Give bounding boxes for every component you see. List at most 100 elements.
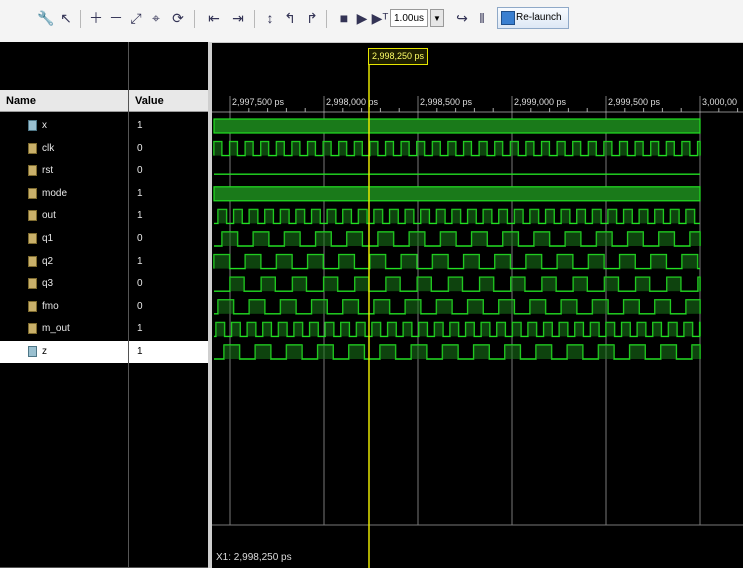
signal-high-fill bbox=[561, 209, 570, 224]
pause-icon[interactable]: ‖ bbox=[472, 8, 492, 28]
signal-high-fill bbox=[592, 209, 601, 224]
signal-value: 0 bbox=[137, 278, 143, 290]
signal-high-fill bbox=[541, 141, 550, 156]
signal-icon bbox=[28, 210, 37, 222]
signal-high-fill bbox=[565, 232, 581, 246]
signal-row[interactable]: rst bbox=[0, 160, 128, 182]
run-time-input[interactable]: 1.00us bbox=[390, 9, 428, 27]
tick-label: 2,999,000 ps bbox=[514, 97, 567, 107]
chevron-down-icon[interactable]: ▼ bbox=[430, 9, 444, 27]
signal-value: 0 bbox=[137, 233, 143, 244]
cursor-time-label[interactable]: 2,998,250 ps bbox=[368, 48, 429, 65]
signal-row[interactable]: q1 bbox=[0, 228, 128, 250]
signal-high-fill bbox=[325, 322, 334, 337]
zoom-out-icon[interactable]: － bbox=[106, 8, 126, 28]
signal-high-fill bbox=[416, 141, 425, 156]
signal-value-row[interactable]: 1 bbox=[129, 341, 209, 363]
signal-high-fill bbox=[666, 277, 681, 292]
signal-high-fill bbox=[284, 232, 300, 246]
signal-high-fill bbox=[623, 209, 633, 224]
signal-name: m_out bbox=[42, 323, 70, 335]
signal-high-fill bbox=[668, 322, 677, 337]
signal-high-fill bbox=[650, 141, 659, 156]
signal-row[interactable]: out bbox=[0, 205, 128, 227]
signal-row[interactable]: q3 bbox=[0, 273, 128, 295]
signal-high-fill bbox=[378, 232, 394, 246]
signal-high-fill bbox=[233, 209, 243, 224]
signal-high-fill bbox=[389, 209, 399, 224]
signal-high-fill bbox=[596, 232, 612, 246]
signal-high-fill bbox=[403, 322, 412, 337]
signal-value-row[interactable]: 0 bbox=[129, 273, 209, 295]
value-column-header[interactable]: Value bbox=[129, 90, 209, 112]
name-column-header[interactable]: Name bbox=[0, 90, 128, 112]
signal-high-fill bbox=[370, 254, 386, 269]
signal-high-fill bbox=[249, 209, 258, 224]
signal-value-row[interactable]: 1 bbox=[129, 251, 209, 273]
signal-icon bbox=[28, 300, 37, 312]
restart-icon[interactable]: ■ bbox=[334, 8, 354, 28]
signal-icon bbox=[28, 187, 37, 199]
signal-high-fill bbox=[530, 209, 539, 224]
signal-high-fill bbox=[654, 299, 671, 314]
signal-high-fill bbox=[411, 345, 427, 359]
signal-row[interactable]: m_out bbox=[0, 318, 128, 340]
signal-icon bbox=[28, 278, 37, 290]
signal-high-fill bbox=[401, 254, 417, 269]
cursor-readout: X1: 2,998,250 ps bbox=[216, 552, 292, 563]
signal-high-fill bbox=[374, 209, 383, 224]
signal-row[interactable]: x bbox=[0, 115, 128, 137]
go-to-end-icon[interactable]: ⇥ bbox=[228, 8, 248, 28]
previous-transition-icon[interactable]: ↰ bbox=[280, 8, 300, 28]
signal-high-fill bbox=[249, 299, 265, 314]
signal-high-fill bbox=[530, 299, 546, 314]
signal-row[interactable]: clk bbox=[0, 138, 128, 160]
signal-icon bbox=[28, 165, 37, 177]
signal-name: mode bbox=[42, 187, 68, 199]
zoom-in-icon[interactable]: ＋ bbox=[86, 8, 106, 28]
go-to-start-icon[interactable]: ⇤ bbox=[204, 8, 224, 28]
signal-high-fill bbox=[372, 322, 381, 337]
signal-high-fill bbox=[629, 345, 646, 359]
waveform-canvas[interactable]: 2,997,500 ps 2,998,000 ps 2,998,500 ps 2,99… bbox=[212, 42, 743, 568]
signal-high-fill bbox=[697, 141, 700, 156]
zoom-fit-icon[interactable]: ⤢ bbox=[126, 8, 146, 28]
signal-high-fill bbox=[619, 254, 636, 269]
signal-value-row[interactable]: 1 bbox=[129, 115, 209, 137]
bus-waveform bbox=[213, 118, 701, 134]
zoom-to-cursor-icon[interactable]: ⌖ bbox=[146, 8, 166, 28]
signal-high-fill bbox=[417, 277, 432, 292]
run-for-time-icon[interactable]: ▶ᵀ bbox=[370, 8, 390, 28]
relaunch-button[interactable]: Re-launch bbox=[497, 7, 569, 29]
signal-high-fill bbox=[370, 141, 378, 156]
signal-high-fill bbox=[652, 322, 662, 337]
signal-high-fill bbox=[479, 277, 494, 292]
signal-high-fill bbox=[311, 299, 328, 314]
refresh-icon[interactable]: ⟳ bbox=[168, 8, 188, 28]
signal-value-row[interactable]: 0 bbox=[129, 296, 209, 318]
signal-name: fmo bbox=[42, 300, 59, 312]
signal-row[interactable]: z bbox=[0, 341, 128, 363]
help-cursor-icon[interactable]: ↖ bbox=[56, 8, 76, 28]
run-icon[interactable]: ▶ bbox=[352, 8, 372, 28]
signal-row[interactable]: fmo bbox=[0, 296, 128, 318]
signal-value-row[interactable]: 0 bbox=[129, 138, 209, 160]
signal-row[interactable]: mode bbox=[0, 183, 128, 205]
signal-high-fill bbox=[307, 254, 324, 269]
signal-value: 0 bbox=[137, 142, 143, 154]
add-marker-icon[interactable]: ↕ bbox=[260, 8, 280, 28]
signal-value-row[interactable]: 1 bbox=[129, 205, 209, 227]
signal-value-row[interactable]: 1 bbox=[129, 183, 209, 205]
next-transition-icon[interactable]: ↱ bbox=[302, 8, 322, 28]
step-icon[interactable]: ↪ bbox=[452, 8, 472, 28]
signal-value-row[interactable]: 0 bbox=[129, 228, 209, 250]
wrench-icon[interactable]: 🔧 bbox=[36, 8, 56, 28]
signal-high-fill bbox=[512, 322, 521, 337]
signal-value-row[interactable]: 1 bbox=[129, 318, 209, 340]
signal-value-row[interactable]: 0 bbox=[129, 160, 209, 182]
signal-value: 1 bbox=[137, 255, 143, 267]
signal-row[interactable]: q2 bbox=[0, 251, 128, 273]
signal-high-fill bbox=[385, 141, 394, 156]
signal-high-fill bbox=[327, 209, 336, 224]
signal-high-fill bbox=[342, 209, 352, 224]
